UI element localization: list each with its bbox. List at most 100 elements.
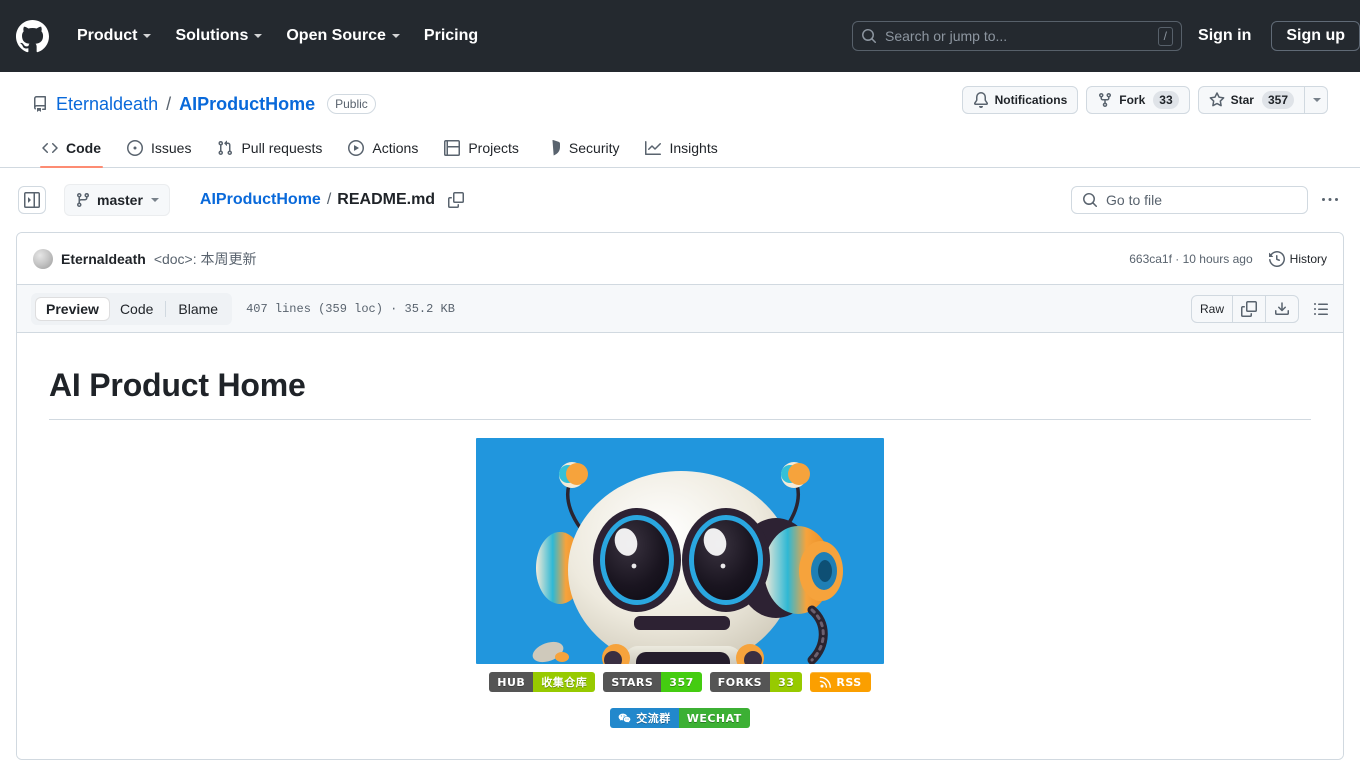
notifications-button[interactable]: Notifications (961, 86, 1079, 114)
nav-item-open-source[interactable]: Open Source (274, 19, 412, 53)
fork-count: 33 (1153, 91, 1179, 109)
fork-button[interactable]: Fork 33 (1086, 86, 1190, 114)
wechat-icon (618, 712, 631, 725)
chevron-down-icon (1313, 98, 1321, 102)
table-icon (444, 140, 461, 156)
raw-button[interactable]: Raw (1192, 295, 1233, 322)
history-icon (1268, 250, 1285, 267)
git-pull-request-icon (217, 140, 233, 156)
sidebar-expand-icon[interactable] (18, 186, 46, 214)
shield-icon (545, 140, 561, 156)
global-header: Product Solutions Open Source Pricing Se… (0, 0, 1360, 72)
sign-up-button[interactable]: Sign up (1271, 21, 1360, 51)
nav-item-open-source-label: Open Source (286, 27, 386, 44)
github-logo[interactable] (16, 19, 49, 53)
tab-code[interactable]: Code (32, 134, 111, 168)
commit-message[interactable]: <doc>: 本周更新 (154, 249, 257, 269)
tab-blame[interactable]: Blame (168, 297, 228, 321)
tab-security-label: Security (568, 140, 620, 156)
nav-item-solutions[interactable]: Solutions (163, 19, 274, 53)
download-raw-file-icon[interactable] (1266, 296, 1298, 322)
bell-icon (973, 92, 989, 108)
repo-name-link[interactable]: AIProductHome (179, 94, 315, 115)
tab-projects[interactable]: Projects (434, 134, 529, 167)
graph-icon (645, 140, 662, 156)
chevron-down-icon (254, 34, 263, 38)
star-button[interactable]: Star 357 (1197, 86, 1305, 114)
star-label: Star (1230, 93, 1254, 107)
tab-pull-requests-label: Pull requests (241, 140, 323, 156)
badge-rss-label: RSS (836, 675, 862, 689)
commit-author[interactable]: Eternaldeath (61, 251, 146, 267)
tab-code-view[interactable]: Code (110, 297, 163, 321)
nav-item-pricing[interactable]: Pricing (412, 19, 490, 53)
history-link[interactable]: History (1268, 250, 1327, 267)
commit-sha-and-time: 663ca1f · 10 hours ago (1129, 251, 1253, 266)
badge-rss[interactable]: RSS (810, 672, 871, 692)
chevron-down-icon (391, 34, 400, 38)
repo-visibility-badge: Public (327, 94, 376, 114)
breadcrumb: AIProductHome / README.md (200, 189, 467, 211)
badge-wechat[interactable]: 交流群 WECHAT (610, 708, 750, 728)
sign-in-button[interactable]: Sign in (1182, 21, 1267, 51)
tab-preview[interactable]: Preview (35, 296, 110, 321)
issue-opened-icon (127, 140, 143, 156)
branch-selector-button[interactable]: master (64, 184, 170, 216)
search-icon (1082, 192, 1098, 208)
file-nav-right-controls: Go to file (1071, 186, 1344, 214)
chevron-down-icon (143, 34, 152, 38)
global-nav: Product Solutions Open Source Pricing (65, 19, 490, 53)
breadcrumb-separator: / (326, 191, 332, 208)
outline-toggle-icon[interactable] (1307, 295, 1335, 323)
badge-wechat-label: 交流群 (636, 712, 671, 725)
tab-projects-label: Projects (468, 140, 519, 156)
copy-raw-contents-icon[interactable] (1233, 295, 1266, 322)
search-input[interactable]: Search or jump to... / (852, 21, 1183, 51)
badge-wechat-label-group: 交流群 (610, 708, 679, 728)
kebab-horizontal-icon[interactable] (1316, 186, 1344, 214)
tab-actions[interactable]: Actions (338, 134, 428, 167)
copy-path-icon[interactable] (445, 189, 467, 211)
repository-actions: Notifications Fork 33 Star 357 (961, 86, 1328, 114)
breadcrumb-current-file: README.md (337, 191, 436, 208)
badge-hub-label: HUB (489, 672, 534, 692)
badge-row-primary: HUB 收集仓库 STARS 357 FORKS 33 RSS (49, 672, 1311, 692)
raw-actions-group: Raw (1190, 294, 1299, 323)
star-dropdown-button[interactable] (1305, 86, 1328, 114)
history-label: History (1289, 251, 1327, 266)
tab-actions-label: Actions (372, 140, 419, 156)
repo-icon (32, 96, 48, 112)
badge-forks[interactable]: FORKS 33 (709, 672, 803, 692)
chevron-down-icon (150, 198, 159, 202)
repo-owner-link[interactable]: Eternaldeath (56, 94, 158, 115)
commit-meta-group: 663ca1f · 10 hours ago History (1129, 250, 1327, 267)
fork-label: Fork (1119, 93, 1146, 107)
nav-item-solutions-label: Solutions (175, 27, 249, 44)
nav-item-pricing-label: Pricing (423, 27, 479, 44)
repository-tabs: Code Issues Pull requests Actions Projec… (32, 134, 1328, 168)
tab-insights-label: Insights (669, 140, 718, 156)
readme-centered-block: HUB 收集仓库 STARS 357 FORKS 33 RSS 交流群 WECH… (49, 438, 1311, 728)
file-navigation-bar: master AIProductHome / README.md Go to f… (0, 168, 1360, 228)
tab-pull-requests[interactable]: Pull requests (207, 134, 332, 167)
tab-issues[interactable]: Issues (117, 134, 201, 167)
page-title: AI Product Home (49, 365, 1311, 420)
go-to-file-placeholder: Go to file (1106, 192, 1163, 208)
branch-name: master (97, 192, 143, 208)
code-icon (42, 140, 58, 156)
go-to-file-input[interactable]: Go to file (1071, 186, 1308, 214)
tab-security[interactable]: Security (535, 134, 630, 167)
badge-wechat-value: WECHAT (678, 708, 750, 728)
tab-code-label: Code (66, 140, 101, 156)
robot-mascot-image (476, 438, 884, 664)
badge-forks-label: FORKS (709, 672, 771, 692)
rss-icon (819, 676, 832, 688)
git-branch-icon (75, 192, 91, 208)
breadcrumb-root-link[interactable]: AIProductHome (200, 191, 321, 209)
tab-insights[interactable]: Insights (635, 134, 727, 167)
badge-hub[interactable]: HUB 收集仓库 (489, 672, 596, 692)
badge-stars[interactable]: STARS 357 (603, 672, 702, 692)
avatar[interactable] (33, 248, 53, 269)
nav-item-product[interactable]: Product (65, 19, 163, 53)
file-box: Eternaldeath <doc>: 本周更新 663ca1f · 10 ho… (16, 232, 1344, 760)
